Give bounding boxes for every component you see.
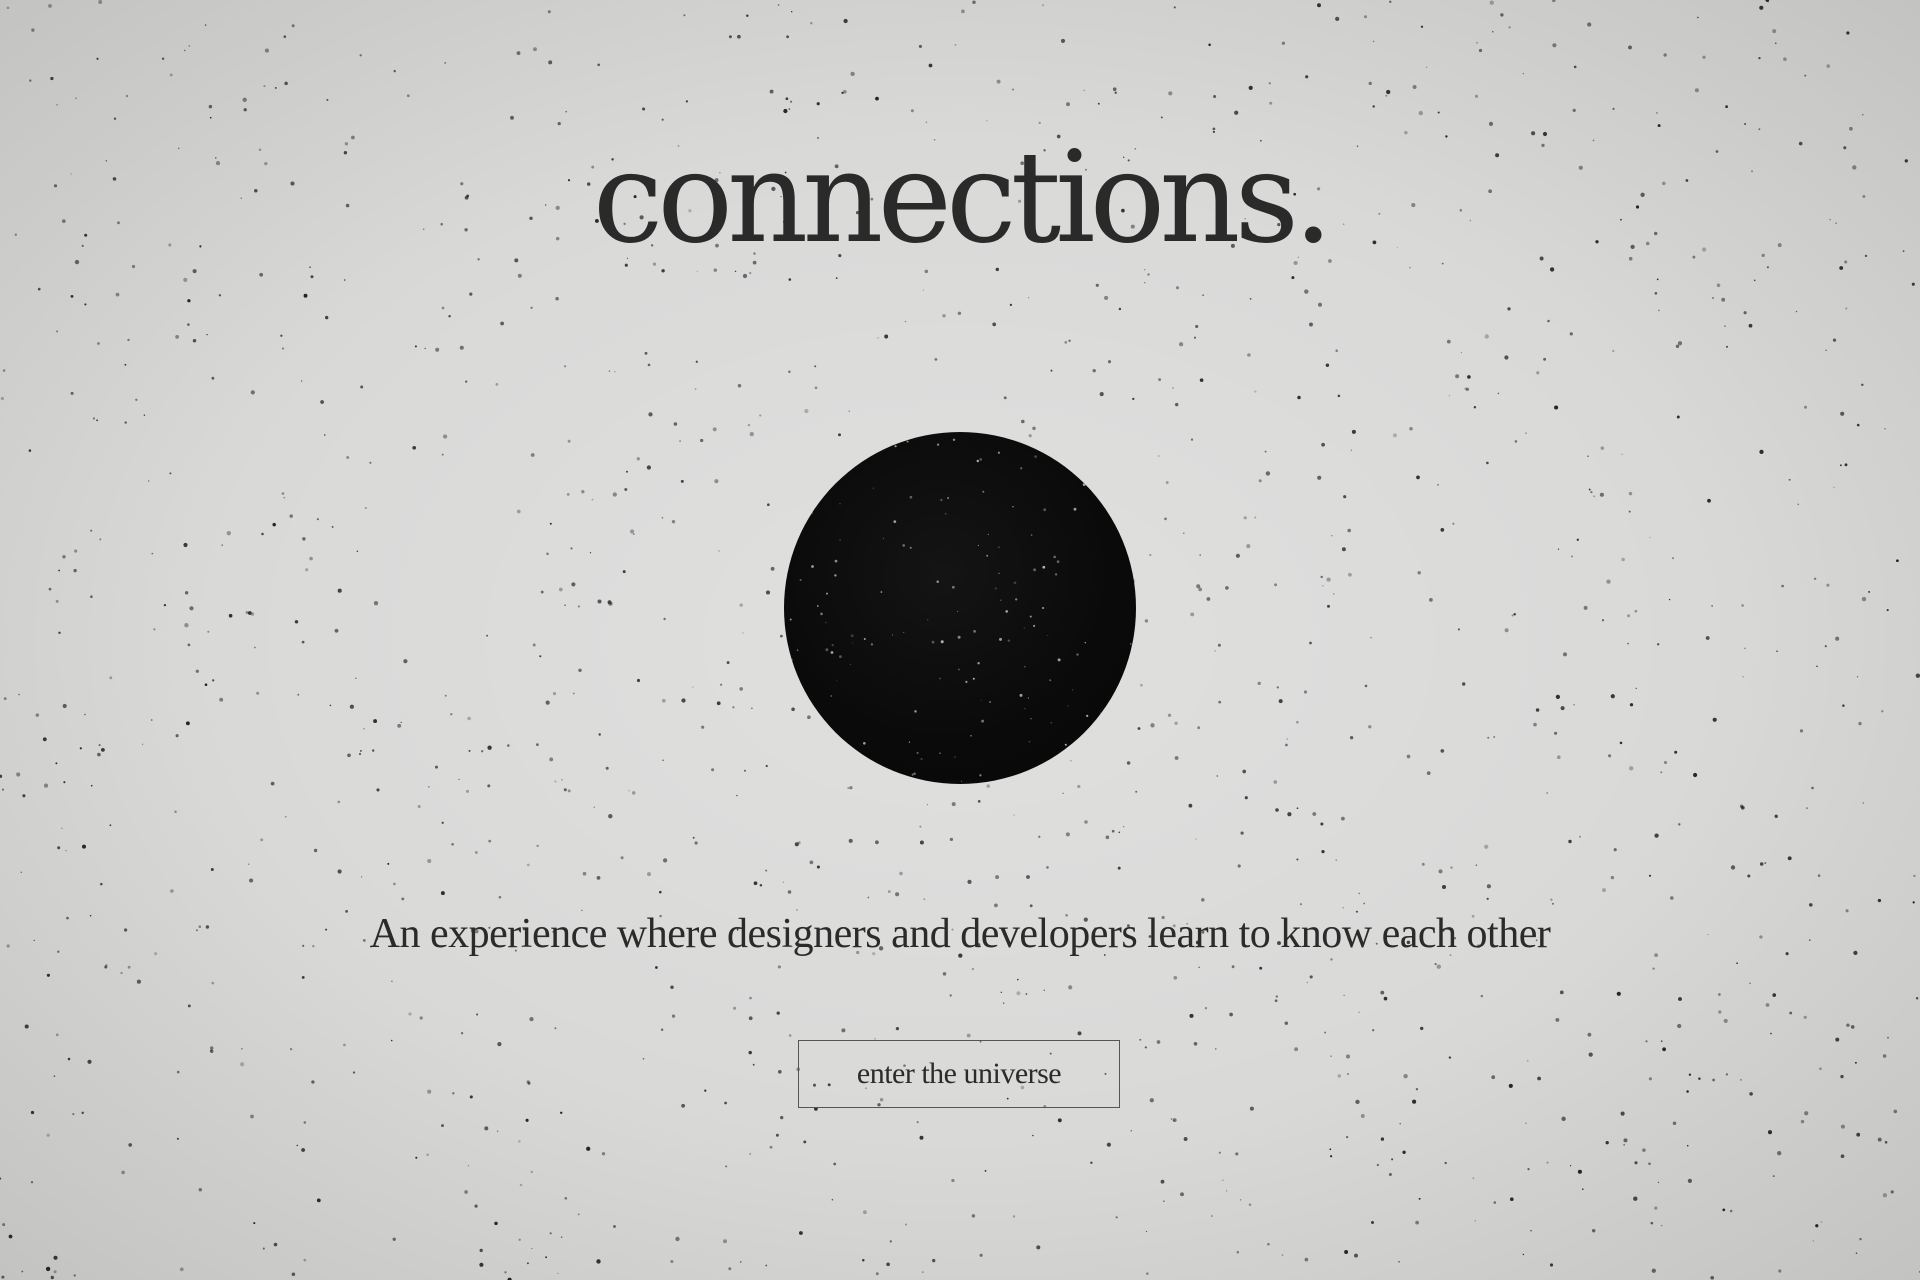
tagline: An experience where designers and develo… xyxy=(369,911,1551,957)
landing-page: connections. An experience where designe… xyxy=(0,0,1920,1280)
page-title: connections. xyxy=(592,124,1334,271)
enter-universe-button[interactable]: enter the universe xyxy=(798,1040,1120,1108)
black-orb xyxy=(784,432,1136,784)
